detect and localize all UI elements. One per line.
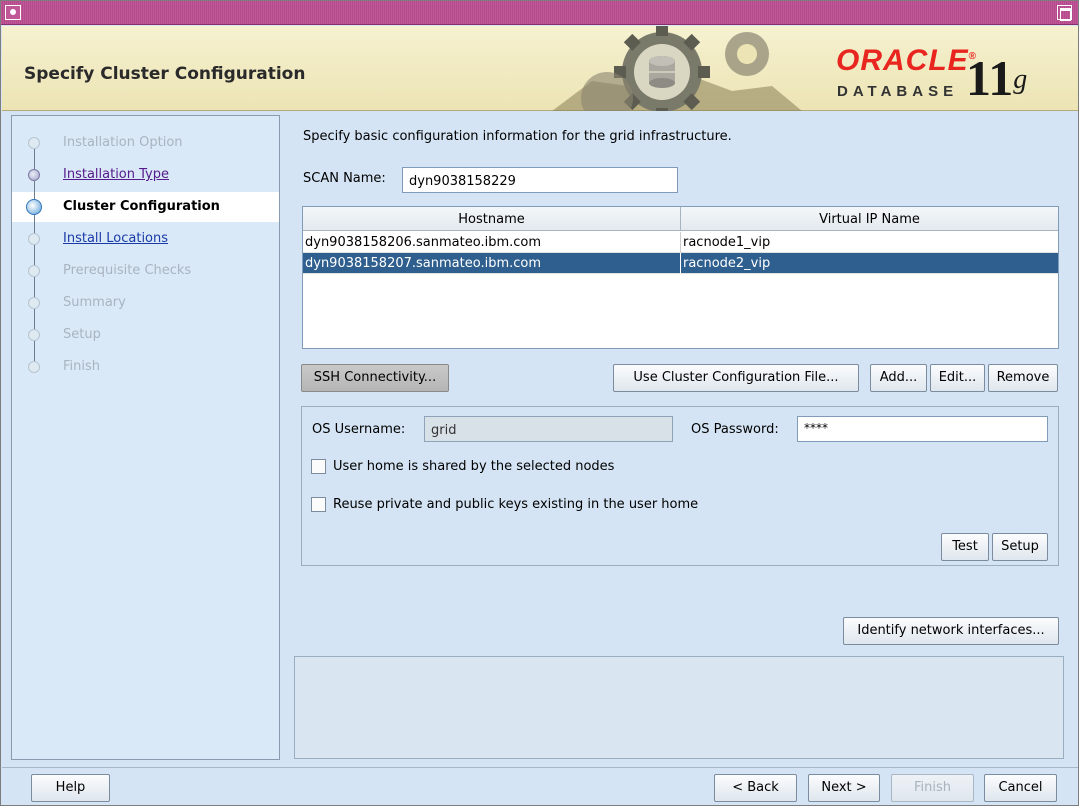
finish-button: Finish [891, 774, 974, 802]
add-button[interactable]: Add... [870, 364, 927, 392]
nodes-table[interactable]: Hostname Virtual IP Name dyn9038158206.s… [302, 206, 1059, 349]
step-status-icon [28, 265, 40, 277]
table-row[interactable]: dyn9038158207.sanmateo.ibm.com racnode2_… [303, 253, 1058, 274]
step-finish: Finish [12, 352, 279, 382]
step-status-icon [28, 233, 40, 245]
step-label[interactable]: Install Locations [63, 231, 168, 246]
hostname-cell: dyn9038158207.sanmateo.ibm.com [305, 256, 542, 271]
vip-cell: racnode2_vip [683, 256, 771, 271]
step-label: Installation Option [63, 135, 183, 150]
step-status-icon [28, 137, 40, 149]
messages-pane [294, 656, 1064, 759]
reuse-keys-label[interactable]: Reuse private and public keys existing i… [333, 497, 698, 512]
back-button[interactable]: < Back [714, 774, 797, 802]
step-label: Summary [63, 295, 126, 310]
page-title: Specify Cluster Configuration [24, 64, 306, 84]
title-bar [1, 1, 1078, 25]
os-password-label: OS Password: [691, 422, 779, 437]
step-label: Cluster Configuration [63, 199, 220, 214]
vip-cell: racnode1_vip [683, 235, 771, 250]
step-label: Finish [63, 359, 101, 374]
step-status-icon [28, 329, 40, 341]
setup-button[interactable]: Setup [992, 533, 1048, 561]
step-label[interactable]: Installation Type [63, 167, 169, 182]
step-status-icon [28, 361, 40, 373]
steps-panel: Installation Option Installation Type Cl… [11, 115, 280, 760]
maximize-icon[interactable] [1057, 5, 1072, 21]
window-menu-icon[interactable] [5, 5, 21, 20]
scan-name-input[interactable]: dyn9038158229 [402, 167, 678, 193]
test-button[interactable]: Test [941, 533, 989, 561]
scan-name-label: SCAN Name: [303, 171, 386, 186]
oracle-logo: ORACLE® [836, 44, 978, 77]
step-label: Prerequisite Checks [63, 263, 192, 278]
step-installation-type[interactable]: Installation Type [12, 160, 279, 192]
step-prerequisite-checks: Prerequisite Checks [12, 256, 279, 288]
user-home-shared-label[interactable]: User home is shared by the selected node… [333, 459, 614, 474]
intro-text: Specify basic configuration information … [303, 129, 732, 144]
installer-window: Specify Cluster Configuration ORACLE® DA… [0, 0, 1079, 806]
user-home-shared-checkbox[interactable] [311, 459, 326, 474]
step-installation-option: Installation Option [12, 128, 279, 160]
help-button[interactable]: Help [31, 774, 110, 802]
step-cluster-configuration: Cluster Configuration [12, 192, 279, 224]
database-label: DATABASE [837, 83, 959, 100]
os-username-input[interactable]: grid [424, 416, 673, 442]
step-done-icon [28, 169, 40, 181]
step-summary: Summary [12, 288, 279, 320]
step-status-icon [28, 297, 40, 309]
os-username-label: OS Username: [312, 422, 406, 437]
ssh-connectivity-button[interactable]: SSH Connectivity... [301, 364, 449, 392]
reuse-keys-checkbox[interactable] [311, 497, 326, 512]
step-install-locations[interactable]: Install Locations [12, 224, 279, 256]
cancel-button[interactable]: Cancel [984, 774, 1057, 802]
remove-button[interactable]: Remove [988, 364, 1058, 392]
header-banner: Specify Cluster Configuration ORACLE® DA… [2, 26, 1078, 111]
step-current-icon [26, 199, 42, 215]
os-password-input[interactable]: **** [797, 416, 1048, 442]
edit-button[interactable]: Edit... [930, 364, 985, 392]
use-cluster-config-file-button[interactable]: Use Cluster Configuration File... [613, 364, 859, 392]
footer-divider [2, 767, 1078, 768]
version-logo: 11g [966, 50, 1028, 106]
table-header: Hostname Virtual IP Name [303, 207, 1058, 231]
next-button[interactable]: Next > [808, 774, 880, 802]
identify-network-interfaces-button[interactable]: Identify network interfaces... [843, 617, 1059, 645]
column-header-hostname[interactable]: Hostname [303, 212, 680, 227]
table-row[interactable]: dyn9038158206.sanmateo.ibm.com racnode1_… [303, 232, 1058, 253]
step-label: Setup [63, 327, 101, 342]
gears-database-icon [552, 26, 802, 111]
hostname-cell: dyn9038158206.sanmateo.ibm.com [305, 235, 542, 250]
column-header-vip[interactable]: Virtual IP Name [681, 212, 1058, 227]
step-setup: Setup [12, 320, 279, 352]
